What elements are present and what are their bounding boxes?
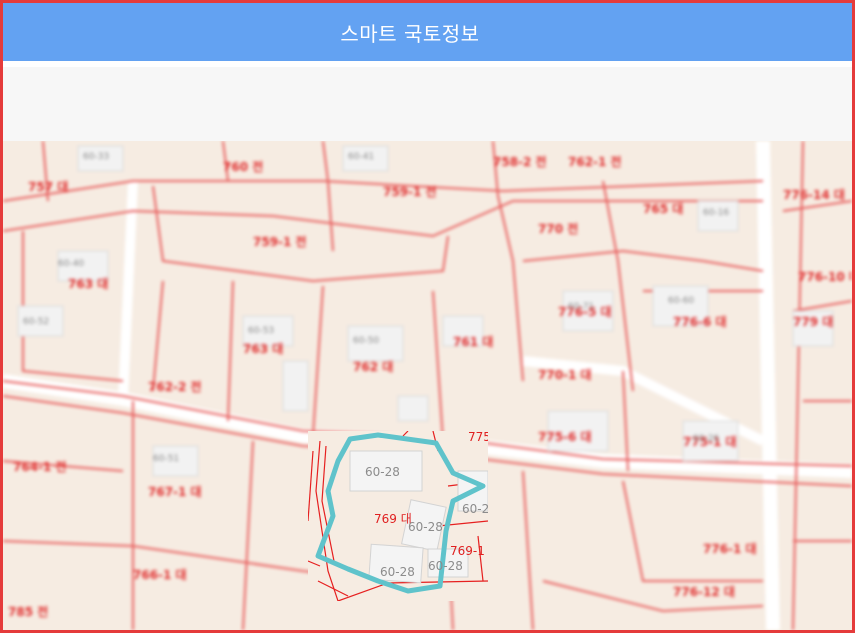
building-label: 60-52 [23, 317, 49, 327]
parcel-label: 759-1 전 [383, 184, 437, 199]
parcel-label: 785 전 [8, 604, 48, 619]
building-label: 60-40 [58, 259, 84, 269]
app-header: 스마트 국토정보 [3, 3, 852, 61]
building-label: 60-16 [703, 208, 729, 218]
parcel-label: 776-10 대 [798, 270, 852, 284]
parcel-label: 767-1 대 [148, 485, 202, 499]
parcel-label: 770 전 [538, 221, 578, 236]
building-label: 60-51 [153, 454, 179, 464]
parcel-label: 776-12 대 [673, 585, 735, 599]
selected-parcel-tile[interactable]: 775-6 769 대 769-1 60-28 60-28 60-28 60-2… [308, 431, 488, 601]
parcel-label: 779 대 [793, 315, 833, 329]
parcel-label: 770-1 대 [538, 368, 592, 382]
building-label: 60-50 [353, 336, 379, 346]
parcel-label: 776-14 대 [783, 188, 845, 202]
parcel-label: 764-1 전 [13, 459, 67, 474]
cadastral-map[interactable]: 760 전 757 대 759-1 전 759-1 전 763 대 763 대 … [3, 141, 852, 630]
parcel-label: 758-2 전 [493, 154, 547, 169]
building-label: 60-28 [408, 520, 443, 534]
parcel-label: 757 대 [28, 180, 68, 194]
parcel-label: 762-2 전 [148, 379, 202, 394]
building-label: 60-28 [380, 565, 415, 579]
parcel-label-main: 769 대 [374, 512, 412, 526]
building-label: 60-26 [693, 434, 719, 444]
building-label: 60-33 [83, 152, 109, 162]
parcel-label: 762 대 [353, 360, 393, 374]
parcel-label-top: 775-6 [468, 431, 488, 444]
building-label: 60-28 [428, 559, 463, 573]
parcel-label: 762-1 전 [568, 154, 622, 169]
parcel-label: 775-6 대 [538, 430, 592, 444]
building-label: 60-71 [568, 302, 594, 312]
building-label: 60-2 [462, 502, 488, 516]
parcel-label: 765 대 [643, 202, 683, 216]
building-label: 60-28 [365, 465, 400, 479]
parcel-label: 761 대 [453, 335, 493, 349]
parcel-label: 763 대 [243, 342, 283, 356]
parcel-label-side: 769-1 [450, 544, 485, 558]
selected-parcel-detail: 775-6 769 대 769-1 60-28 60-28 60-28 60-2… [308, 431, 488, 601]
parcel-label: 766-1 대 [133, 568, 187, 582]
page-title: 스마트 국토정보 [340, 21, 480, 46]
building-label: 60-41 [348, 152, 374, 162]
parcel-label: 776-1 대 [703, 542, 757, 556]
building-label: 60-60 [668, 296, 694, 306]
parcel-label: 776-6 대 [673, 315, 727, 329]
toolbar-area [3, 61, 852, 141]
parcel-label: 763 대 [68, 277, 108, 291]
parcel-label: 759-1 전 [253, 234, 307, 249]
parcel-label: 760 전 [223, 159, 263, 174]
building-label: 60-53 [248, 326, 274, 336]
